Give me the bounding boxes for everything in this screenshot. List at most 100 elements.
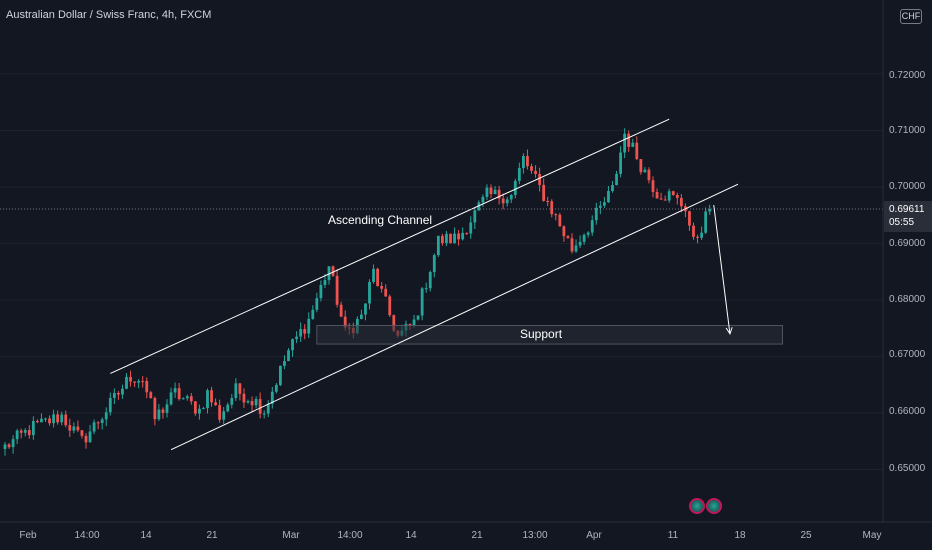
economic-event-icon[interactable] (689, 498, 705, 514)
candle-body (202, 408, 205, 410)
candle-body (48, 418, 51, 424)
candle-body (659, 198, 663, 200)
x-tick-label: 14:00 (337, 530, 363, 541)
candle-body (206, 390, 209, 409)
candle-body (210, 390, 213, 403)
candle-body (15, 430, 19, 440)
candle-body (368, 281, 371, 304)
candle-body (129, 376, 132, 382)
candle-body (311, 309, 315, 319)
candle-body (526, 156, 529, 167)
candle-body (623, 133, 627, 153)
candle-body (647, 169, 651, 181)
candle-body (558, 214, 562, 227)
candle-body (445, 233, 448, 244)
candle-body (307, 318, 311, 334)
candle-body (408, 323, 412, 325)
x-tick-label: 14 (405, 530, 417, 541)
candle-body (108, 397, 112, 413)
candle-body (574, 245, 578, 252)
x-tick-label: Feb (19, 530, 37, 541)
candle-body (242, 393, 246, 403)
candle-body (279, 365, 282, 385)
candle-body (214, 402, 217, 406)
candle-body (198, 408, 201, 414)
candle-body (125, 376, 128, 389)
candle-body (461, 232, 465, 240)
candle-body (68, 425, 72, 431)
candle-body (696, 236, 699, 238)
candle-body (615, 173, 618, 186)
candle-body (586, 232, 590, 235)
y-tick-label: 0.68000 (889, 294, 926, 305)
candle-body (364, 303, 367, 315)
candle-body (688, 211, 691, 226)
y-tick-label: 0.70000 (889, 181, 926, 192)
candle-body (339, 304, 343, 317)
chart-title: Australian Dollar / Swiss Franc, 4h, FXC… (6, 9, 212, 21)
candle-body (704, 211, 708, 233)
candle-body (667, 191, 671, 201)
current-price-value: 0.69611 (889, 204, 925, 215)
candle-body (566, 236, 570, 239)
candle-body (603, 202, 606, 206)
candle-body (72, 426, 76, 431)
candle-body (578, 241, 582, 246)
candle-body (505, 199, 509, 204)
candle-body (449, 233, 452, 244)
candle-body (594, 207, 598, 221)
candle-body (222, 411, 226, 420)
x-tick-label: 14:00 (74, 530, 100, 541)
x-tick-label: 25 (800, 530, 812, 541)
candle-body (27, 430, 31, 436)
candle-body (562, 226, 566, 237)
candle-body (692, 225, 695, 237)
candle-body (501, 198, 505, 204)
candle-body (590, 220, 594, 233)
candle-body (335, 275, 339, 305)
candle-body (3, 444, 7, 449)
candle-body (671, 191, 675, 195)
candle-body (513, 180, 517, 196)
candle-body (96, 422, 100, 424)
x-tick-label: 18 (734, 530, 746, 541)
candle-body (100, 419, 104, 424)
candle-body (112, 393, 116, 398)
candle-body (360, 314, 363, 319)
candle-body (643, 169, 647, 173)
candle-body (88, 431, 92, 443)
x-tick-label: May (862, 530, 882, 541)
bar-countdown: 05:55 (889, 217, 915, 228)
y-tick-label: 0.71000 (889, 125, 926, 136)
candle-body (619, 152, 622, 174)
economic-event-icon[interactable] (706, 498, 722, 514)
candle-body (607, 191, 610, 203)
candle-body (436, 235, 440, 256)
currency-badge[interactable]: CHF (900, 9, 922, 24)
candle-body (319, 284, 323, 299)
candle-body (92, 422, 96, 432)
candle-body (234, 383, 238, 399)
price-chart[interactable] (0, 0, 932, 550)
candle-body (542, 184, 546, 201)
candle-body (137, 381, 141, 383)
candle-body (303, 329, 307, 334)
candle-body (23, 430, 27, 433)
candle-body (64, 414, 68, 426)
candle-body (254, 399, 258, 406)
candle-body (181, 398, 185, 400)
candle-body (554, 214, 558, 216)
candle-body (489, 187, 493, 195)
candle-body (36, 421, 39, 423)
candle-body (534, 170, 537, 174)
candle-body (291, 339, 294, 351)
candle-body (193, 401, 197, 414)
candle-body (266, 403, 270, 414)
candle-body (639, 159, 643, 173)
chart-background (0, 0, 932, 550)
x-tick-label: 13:00 (522, 530, 548, 541)
candle-body (428, 272, 432, 289)
candle-body (262, 413, 266, 415)
candle-body (189, 396, 193, 402)
candle-body (635, 142, 639, 160)
